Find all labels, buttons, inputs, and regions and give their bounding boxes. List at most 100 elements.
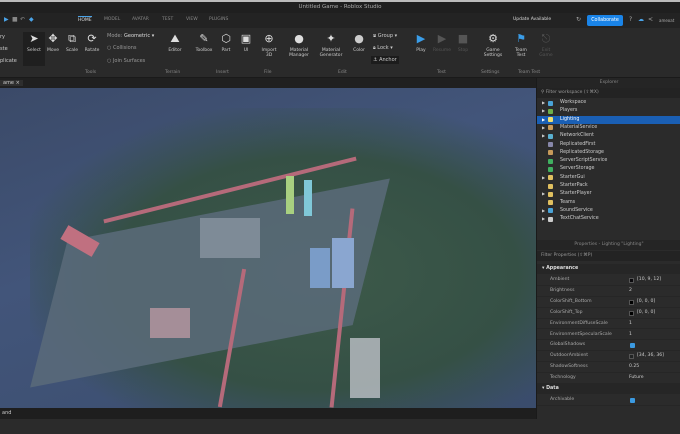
color-button[interactable]: ● Color: [348, 32, 370, 53]
expand-arrow-icon[interactable]: ▶: [542, 215, 545, 223]
properties-filter-input[interactable]: Filter Properties (⇧⌘P): [537, 251, 680, 261]
explorer-item-teams[interactable]: Teams: [537, 199, 680, 207]
command-bar[interactable]: and: [0, 408, 536, 419]
property-value[interactable]: Future: [629, 373, 644, 384]
explorer-item-startergui[interactable]: ▶ StarterGui: [537, 174, 680, 182]
move-icon: ✥: [48, 32, 58, 45]
rotate-tool[interactable]: ⟳ Rotate: [81, 32, 103, 53]
save-icon[interactable]: ◆: [29, 16, 34, 23]
stop-button[interactable]: ■ Stop: [452, 32, 474, 53]
explorer-item-serverstorage[interactable]: ServerStorage: [537, 165, 680, 173]
group-button[interactable]: ⧈ Group ▾: [373, 33, 397, 39]
explorer-item-textchatservice[interactable]: ▶ TextChatService: [537, 215, 680, 223]
tab-home[interactable]: HOME: [78, 16, 92, 23]
partial-label[interactable]: ry: [0, 34, 5, 40]
viewport-tab[interactable]: ame ×: [0, 80, 23, 86]
update-available-link[interactable]: Update Available: [513, 17, 551, 22]
property-row[interactable]: EnvironmentDiffuseScale 1: [537, 319, 680, 330]
property-row[interactable]: ColorShift_Bottom [0, 0, 0]: [537, 297, 680, 308]
ui-button[interactable]: ▣ UI: [235, 32, 257, 53]
expand-arrow-icon[interactable]: ▶: [542, 116, 545, 124]
tab-avatar[interactable]: AVATAR: [132, 17, 149, 22]
collisions-toggle[interactable]: ○ Collisions: [107, 45, 137, 51]
expand-arrow-icon[interactable]: ▶: [542, 132, 545, 140]
explorer-item-replicatedfirst[interactable]: ReplicatedFirst: [537, 141, 680, 149]
terrain-editor-button[interactable]: ⛰ Editor: [164, 32, 186, 53]
part-button[interactable]: ⬡ Part: [215, 32, 237, 53]
explorer-item-lighting[interactable]: ▶ Lighting: [537, 115, 680, 124]
help-icon[interactable]: ?: [629, 16, 632, 23]
explorer-item-materialservice[interactable]: ▶ MaterialService: [537, 124, 680, 132]
checkbox-checked-icon[interactable]: [630, 398, 635, 403]
play-button[interactable]: ▶ Play: [410, 32, 432, 53]
property-row[interactable]: Technology Future: [537, 373, 680, 384]
resume-button[interactable]: ▶ Resume: [431, 32, 453, 53]
refresh-icon[interactable]: ↻: [576, 16, 581, 23]
property-value[interactable]: 1: [629, 330, 632, 341]
color-swatch[interactable]: [629, 299, 634, 305]
expand-arrow-icon[interactable]: ▶: [542, 124, 545, 132]
explorer-item-serverscriptservice[interactable]: ServerScriptService: [537, 157, 680, 165]
property-row[interactable]: EnvironmentSpecularScale 1: [537, 330, 680, 341]
property-value[interactable]: 0.25: [629, 362, 639, 373]
property-value[interactable]: 2: [629, 286, 632, 297]
property-row[interactable]: Brightness 2: [537, 286, 680, 297]
game-settings-button[interactable]: ⚙ Game Settings: [481, 32, 505, 58]
partial-label[interactable]: ste: [0, 46, 8, 52]
material-generator-button[interactable]: ✦ Material Generator: [317, 32, 345, 58]
partial-label[interactable]: plicate: [0, 58, 17, 64]
property-value[interactable]: 1: [629, 319, 632, 330]
expand-arrow-icon[interactable]: ▶: [542, 174, 545, 182]
tab-plugins[interactable]: PLUGINS: [209, 17, 228, 22]
property-value[interactable]: [34, 36, 36]: [637, 351, 664, 362]
collaborate-button[interactable]: Collaborate: [587, 15, 623, 26]
material-manager-button[interactable]: ● Material Manager: [286, 32, 312, 58]
property-value[interactable]: [0, 0, 0]: [637, 297, 655, 308]
explorer-item-starterplayer[interactable]: ▶ StarterPlayer: [537, 190, 680, 198]
tab-test[interactable]: TEST: [162, 17, 173, 22]
category-appearance[interactable]: ▾ Appearance: [537, 264, 680, 274]
explorer-item-starterpack[interactable]: StarterPack: [537, 182, 680, 190]
category-data[interactable]: ▾ Data: [537, 384, 680, 394]
property-row[interactable]: GlobalShadows: [537, 340, 680, 352]
3d-viewport[interactable]: [0, 88, 536, 408]
explorer-item-networkclient[interactable]: ▶ NetworkClient: [537, 132, 680, 140]
share-icon[interactable]: <: [648, 16, 653, 23]
property-value[interactable]: [0, 0, 0]: [637, 308, 655, 319]
property-row[interactable]: ColorShift_Top [0, 0, 0]: [537, 308, 680, 319]
team-test-button[interactable]: ⚑ Team Test: [510, 32, 532, 58]
anchor-button[interactable]: ⚓︎ Anchor: [371, 56, 399, 64]
exit-game-button[interactable]: ⎋ Exit Game: [535, 32, 557, 58]
explorer-filter-input[interactable]: ⚲ Filter workspace (⇧⌘X): [537, 88, 680, 98]
property-row[interactable]: Archivable: [537, 395, 680, 406]
play-quick-icon[interactable]: ▶: [4, 16, 9, 23]
property-row[interactable]: Ambient [10, 9, 12]: [537, 275, 680, 286]
tab-view[interactable]: VIEW: [186, 17, 198, 22]
undo-icon[interactable]: ↶: [20, 16, 25, 23]
lock-button[interactable]: 🔒︎ Lock ▾: [373, 45, 393, 51]
property-row[interactable]: ShadowSoftness 0.25: [537, 362, 680, 374]
explorer-item-replicatedstorage[interactable]: ReplicatedStorage: [537, 149, 680, 157]
expand-arrow-icon[interactable]: ▶: [542, 207, 545, 215]
import-3d-button[interactable]: ⊕ Import 3D: [258, 32, 280, 58]
explorer-item-soundservice[interactable]: ▶ SoundService: [537, 207, 680, 215]
expand-arrow-icon[interactable]: ▶: [542, 107, 545, 115]
explorer-item-players[interactable]: ▶ Players: [537, 107, 680, 115]
color-swatch[interactable]: [629, 278, 634, 283]
property-value[interactable]: [10, 9, 12]: [637, 275, 661, 286]
tab-model[interactable]: MODEL: [104, 17, 120, 22]
mode-dropdown[interactable]: Geometric ▾: [124, 33, 154, 39]
toolbox-button[interactable]: ✎ Toolbox: [193, 32, 215, 53]
cloud-icon[interactable]: ☁: [638, 16, 644, 23]
checkbox-checked-icon[interactable]: [630, 343, 635, 349]
explorer-item-workspace[interactable]: ▶ Workspace: [537, 99, 680, 107]
scale-tool[interactable]: ⧉ Scale: [61, 32, 83, 53]
stop-quick-icon[interactable]: ■: [12, 16, 18, 23]
expand-arrow-icon[interactable]: ▶: [542, 190, 545, 198]
property-row[interactable]: OutdoorAmbient [34, 36, 36]: [537, 351, 680, 363]
color-swatch[interactable]: [629, 310, 634, 316]
expand-arrow-icon[interactable]: ▶: [542, 99, 545, 107]
user-name[interactable]: ameoat: [659, 18, 674, 23]
join-surfaces-toggle[interactable]: ○ Join Surfaces: [107, 58, 145, 64]
color-swatch[interactable]: [629, 354, 634, 360]
